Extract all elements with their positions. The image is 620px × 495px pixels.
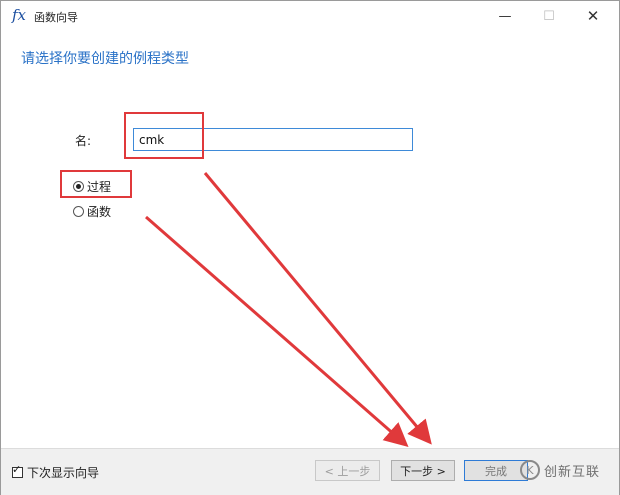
radio-function[interactable]: 函数 bbox=[73, 203, 111, 220]
name-label: 名: bbox=[75, 134, 92, 148]
page-heading: 请选择你要创建的例程类型 bbox=[21, 51, 189, 67]
watermark-logo-icon: K bbox=[520, 460, 540, 480]
checkbox-icon: ✓ bbox=[12, 463, 23, 478]
next-button[interactable]: 下一步 > bbox=[391, 460, 455, 481]
previous-button[interactable]: < 上一步 bbox=[315, 460, 380, 481]
show-wizard-label: 下次显示向导 bbox=[27, 466, 100, 480]
watermark: K 创新互联 bbox=[520, 455, 618, 485]
radio-function-label: 函数 bbox=[87, 205, 112, 219]
window-title: 函数向导 bbox=[34, 11, 78, 24]
close-button[interactable]: ✕ bbox=[571, 1, 615, 31]
function-icon: fx bbox=[12, 6, 27, 24]
show-wizard-checkbox[interactable]: ✓ 下次显示向导 bbox=[12, 464, 99, 481]
title-bar: fx 函数向导 — ☐ ✕ bbox=[1, 1, 619, 31]
check-mark-icon: ✓ bbox=[12, 463, 22, 476]
watermark-text: 创新互联 bbox=[544, 464, 601, 480]
finish-button[interactable]: 完成 bbox=[464, 460, 528, 481]
wizard-window: fx 函数向导 — ☐ ✕ 请选择你要创建的例程类型 名: 过程 函数 ✓ 下次… bbox=[0, 0, 620, 495]
highlight-box-radio bbox=[60, 170, 132, 198]
highlight-box-name bbox=[124, 112, 204, 159]
maximize-button[interactable]: ☐ bbox=[527, 1, 571, 31]
radio-unchecked-icon bbox=[73, 206, 84, 217]
minimize-button[interactable]: — bbox=[483, 1, 527, 31]
